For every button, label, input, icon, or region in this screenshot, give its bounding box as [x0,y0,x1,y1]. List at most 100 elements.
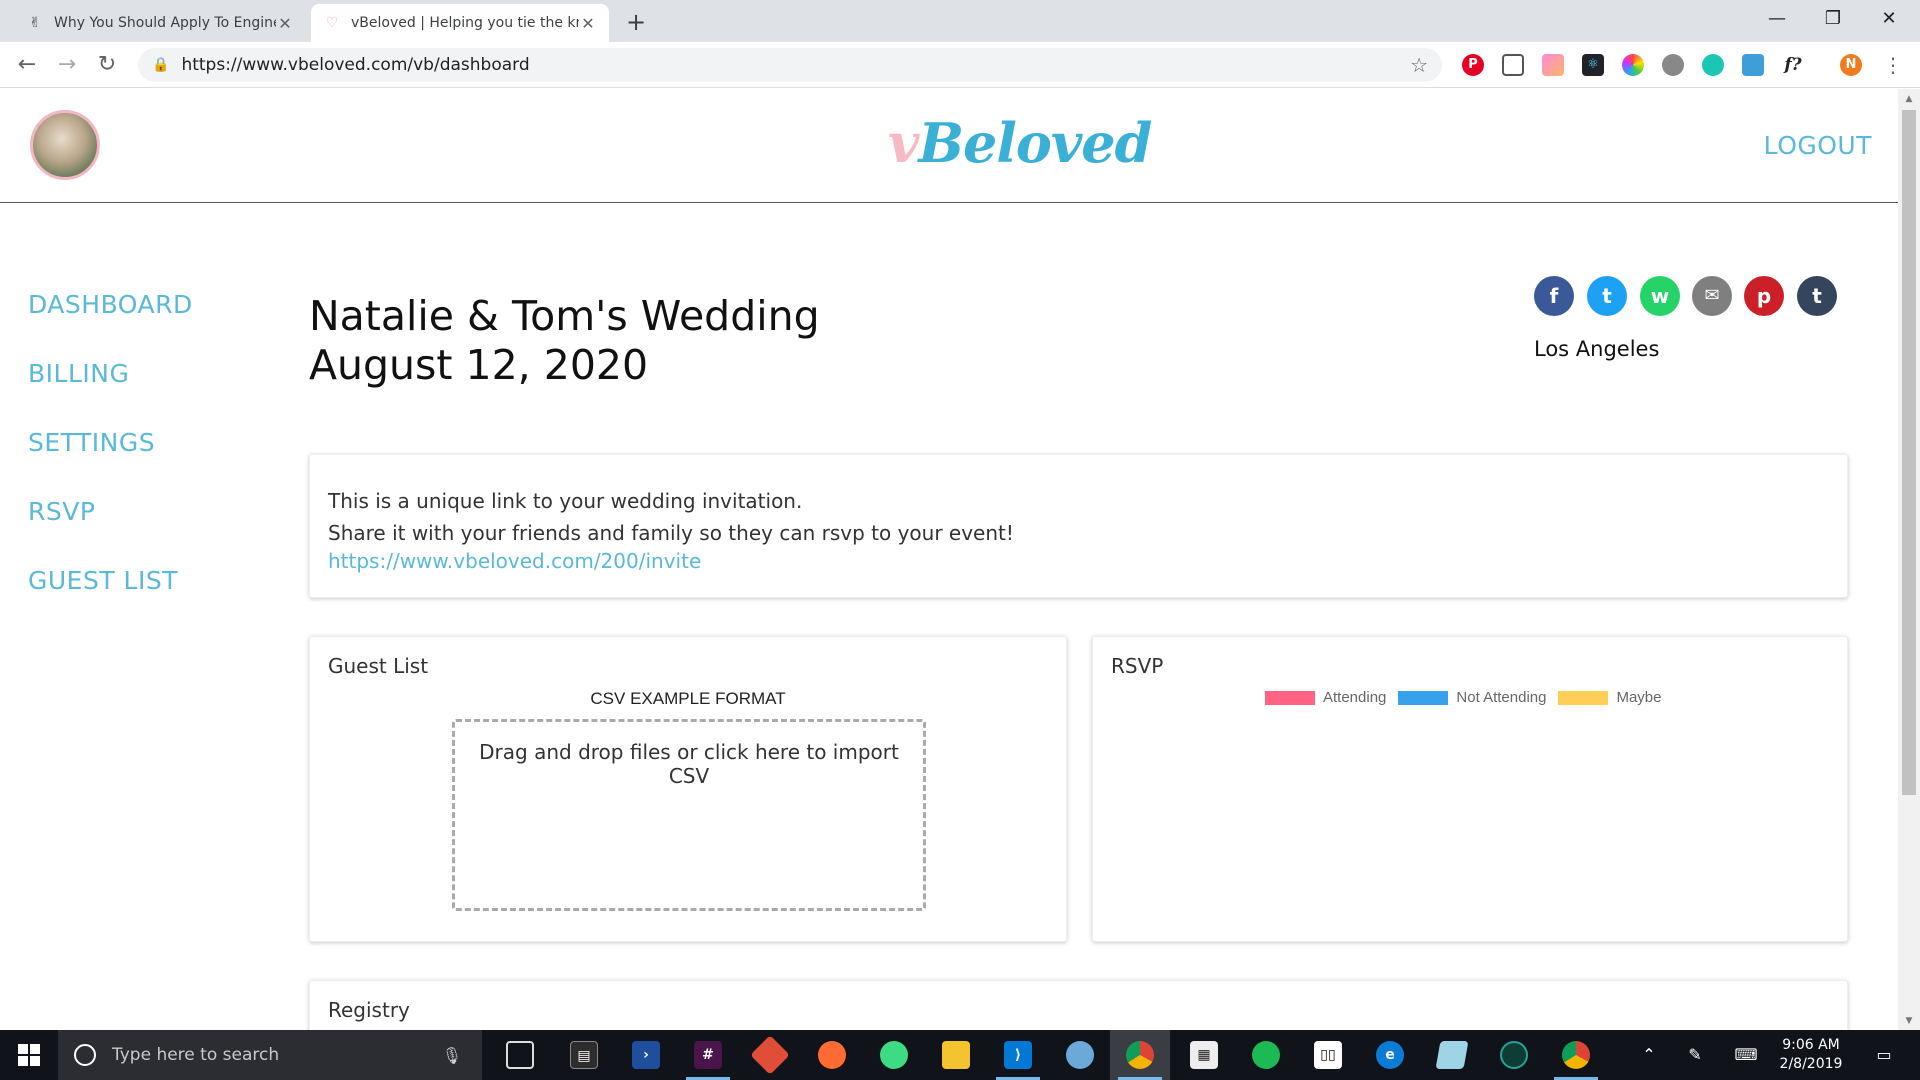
forward-icon[interactable]: → [52,50,82,80]
chrome-canary-icon[interactable] [1562,1041,1590,1069]
invite-link[interactable]: https://www.vbeloved.com/200/invite [328,549,701,573]
tumblr-icon[interactable]: t [1797,276,1837,316]
event-title: Natalie & Tom's Wedding [309,292,820,340]
browser-tab-bar: ✌ Why You Should Apply To Engine ✕ ♡ vBe… [0,0,1920,42]
rsvp-card: RSVP Attending Not Attending Maybe [1092,636,1848,942]
event-date: August 12, 2020 [309,341,649,389]
paint-icon[interactable] [1066,1041,1094,1069]
gradient-icon[interactable] [1542,54,1564,76]
android-studio-icon[interactable] [880,1041,908,1069]
rsvp-chart-legend: Attending Not Attending Maybe [1265,689,1674,706]
task-view-icon[interactable] [506,1041,534,1069]
hand-icon: ✌ [29,15,41,31]
git-icon[interactable] [750,1035,790,1075]
logo-prefix: v [888,111,919,175]
slack-icon[interactable]: # [694,1041,722,1069]
sidebar-item-settings[interactable]: SETTINGS [28,428,193,497]
tab-title: vBeloved | Helping you tie the kn [351,15,579,31]
react-devtools-icon[interactable]: ⚛ [1582,54,1604,76]
menu-kebab-icon[interactable]: ⋮ [1878,50,1908,80]
powershell-icon[interactable]: › [632,1041,660,1069]
browser-tab-active[interactable]: ♡ vBeloved | Helping you tie the kn ✕ [311,4,609,42]
twitter-icon[interactable]: t [1587,276,1627,316]
facebook-icon[interactable]: f [1534,276,1574,316]
scrollbar-thumb[interactable] [1902,110,1916,795]
site-header: vBeloved LOGOUT [0,89,1898,203]
minimize-icon[interactable]: — [1754,4,1800,34]
pinterest-share-icon[interactable]: p [1744,276,1784,316]
legend-item-maybe[interactable]: Maybe [1558,689,1662,706]
windows-taskbar: Type here to search 🎙 ▤ › # ⟩ ▦ ▯▯ e ⌃ ✎… [0,1030,1920,1080]
invite-description: This is a unique link to your wedding in… [328,489,803,513]
screenshot-icon[interactable] [1502,54,1524,76]
reload-icon[interactable]: ↻ [92,50,122,80]
logo-text: Beloved [918,111,1152,175]
tray-chevron-icon[interactable]: ⌃ [1634,1030,1664,1080]
sidebar-item-guest-list[interactable]: GUEST LIST [28,566,193,635]
csv-dropzone[interactable]: Drag and drop files or click here to imp… [452,719,926,911]
vscode-icon[interactable]: ⟩ [1004,1041,1032,1069]
pinterest-icon[interactable]: P [1462,54,1484,76]
microphone-icon[interactable]: 🎙 [442,1046,462,1065]
legend-swatch [1265,690,1315,705]
profile-avatar[interactable]: N [1840,54,1862,76]
window-icon[interactable] [1742,54,1764,76]
chrome-icon[interactable] [1126,1041,1154,1069]
registry-title: Registry [328,998,410,1022]
edge-icon[interactable]: e [1376,1041,1404,1069]
color-wheel-icon[interactable] [1622,54,1644,76]
search-placeholder: Type here to search [112,1045,280,1065]
csv-example-link[interactable]: CSV EXAMPLE FORMAT [310,689,1066,709]
restore-icon[interactable]: ❐ [1810,4,1856,34]
sidebar-item-rsvp[interactable]: RSVP [28,497,193,566]
postman-icon[interactable] [818,1041,846,1069]
rsvp-title: RSVP [1111,654,1164,678]
font-icon[interactable]: f? [1782,54,1804,76]
keyboard-icon[interactable]: ⌨ [1726,1030,1766,1080]
browser-tab[interactable]: ✌ Why You Should Apply To Engine ✕ [14,4,306,42]
bookmark-star-icon[interactable]: ☆ [1410,53,1428,77]
logout-link[interactable]: LOGOUT [1764,131,1872,160]
invite-share-text: Share it with your friends and family so… [328,521,1014,545]
legend-swatch [1398,690,1449,705]
sidebar-item-billing[interactable]: BILLING [28,359,193,428]
sidebar-item-dashboard[interactable]: DASHBOARD [28,290,193,359]
clock-time: 9:06 AM [1782,1037,1840,1053]
address-bar[interactable]: 🔒 https://www.vbeloved.com/vb/dashboard … [138,48,1442,82]
ghost-icon[interactable] [1662,54,1684,76]
scroll-down-icon[interactable]: ▼ [1902,1016,1916,1026]
vbeloved-logo[interactable]: vBeloved [888,111,1152,175]
notifications-icon[interactable]: ▭ [1864,1030,1904,1080]
guest-list-card: Guest List CSV EXAMPLE FORMAT Drag and d… [309,636,1067,942]
gitkraken-icon[interactable] [1500,1041,1528,1069]
lock-icon: 🔒 [152,57,170,73]
calculator-icon[interactable]: ▦ [1190,1041,1218,1069]
couple-avatar[interactable] [30,110,100,180]
event-heading: Natalie & Tom's Wedding August 12, 2020 [309,292,820,390]
taskbar-search[interactable]: Type here to search 🎙 [58,1030,482,1080]
start-button[interactable] [0,1030,58,1080]
file-explorer-icon[interactable] [942,1041,970,1069]
close-tab-icon[interactable]: ✕ [579,14,597,33]
scroll-up-icon[interactable]: ▲ [1902,94,1916,104]
terminal-icon[interactable]: ▤ [570,1041,598,1069]
legend-label: Not Attending [1456,689,1547,706]
spotify-icon[interactable] [1252,1041,1280,1069]
back-icon[interactable]: ← [12,50,42,80]
whatsapp-icon[interactable]: w [1640,276,1680,316]
legend-item-attending[interactable]: Attending [1265,689,1386,706]
tab-title: Why You Should Apply To Engine [54,15,276,31]
taskbar-clock[interactable]: 9:06 AM 2/8/2019 [1774,1036,1848,1074]
clock-date: 2/8/2019 [1779,1056,1843,1072]
pen-icon[interactable]: ✎ [1680,1030,1710,1080]
guest-list-title: Guest List [328,654,429,678]
reader-icon[interactable]: ▯▯ [1314,1041,1342,1069]
new-tab-button[interactable]: + [624,8,648,36]
sidebar-nav: DASHBOARD BILLING SETTINGS RSVP GUEST LI… [28,290,193,635]
email-icon[interactable]: ✉ [1692,276,1732,316]
notes-icon[interactable] [1435,1041,1469,1069]
legend-item-not-attending[interactable]: Not Attending [1398,689,1546,706]
close-tab-icon[interactable]: ✕ [276,14,294,33]
round-icon[interactable] [1702,54,1724,76]
close-window-icon[interactable]: ✕ [1866,4,1912,34]
